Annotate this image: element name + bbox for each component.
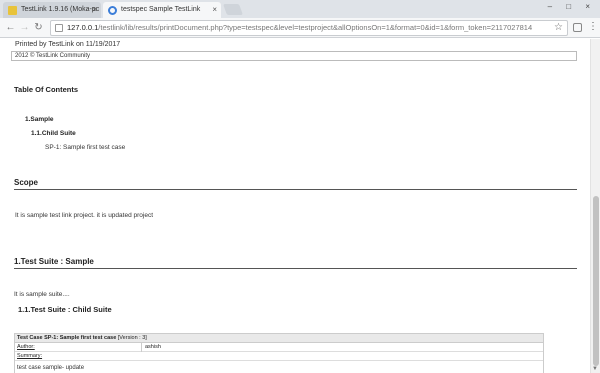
author-row: Author: ashish: [15, 343, 543, 352]
summary-row: Summary:: [15, 352, 543, 361]
browser-tab-testlink[interactable]: TestLink 1.9.16 (Moka-pc ×: [3, 2, 101, 18]
close-tab-icon[interactable]: ×: [92, 2, 97, 18]
tab-bar: TestLink 1.9.16 (Moka-pc × testspec Samp…: [0, 0, 600, 18]
browser-toolbar: ← → ↻ 127.0.0.1/testlink/lib/results/pri…: [0, 18, 600, 38]
test-case-version: [Version : 3]: [117, 335, 147, 341]
page-info-icon[interactable]: [55, 24, 63, 32]
extension-icon[interactable]: [573, 23, 582, 32]
page-content: Printed by TestLink on 11/19/2017 2012 ©…: [0, 39, 590, 373]
summary-label: Summary:: [17, 353, 43, 359]
test-case-table: Test Case SP-1: Sample first test case […: [14, 333, 544, 373]
suite-description: It is sample suite....: [14, 291, 70, 298]
scroll-down-arrow-icon[interactable]: ▼: [592, 366, 598, 372]
close-tab-icon[interactable]: ×: [212, 2, 217, 18]
forward-arrow-icon[interactable]: →: [18, 21, 31, 34]
browser-tab-testspec[interactable]: testspec Sample TestLink ×: [103, 2, 221, 18]
loading-favicon-icon: [108, 6, 117, 15]
scope-text: It is sample test link project. it is up…: [15, 212, 154, 219]
author-value: ashish: [141, 343, 161, 352]
testlink-favicon-icon: [8, 6, 17, 15]
address-bar[interactable]: 127.0.0.1/testlink/lib/results/printDocu…: [50, 20, 568, 36]
summary-text: test case sample- update: [17, 365, 85, 371]
test-case-title: Test Case SP-1: Sample first test case: [17, 335, 117, 341]
test-case-header: Test Case SP-1: Sample first test case […: [15, 334, 543, 343]
new-tab-button[interactable]: [222, 4, 244, 15]
url-path: /testlink/lib/results/printDocument.php?…: [98, 23, 533, 32]
back-arrow-icon[interactable]: ←: [4, 21, 17, 34]
menu-dots-icon[interactable]: ⋮: [588, 20, 598, 34]
toc-link-child-suite[interactable]: 1.1.Child Suite: [31, 130, 76, 137]
vertical-scrollbar[interactable]: ▼: [590, 39, 600, 373]
reload-icon[interactable]: ↻: [32, 21, 45, 34]
copyright-box: 2012 © TestLink Community: [11, 51, 577, 61]
printed-by-text: Printed by TestLink on 11/19/2017: [15, 41, 121, 48]
toc-title: Table Of Contents: [14, 85, 79, 94]
toc-link-sample[interactable]: 1.Sample: [25, 116, 54, 123]
child-suite-heading: 1.1.Test Suite : Child Suite: [18, 305, 112, 314]
suite-heading: 1.Test Suite : Sample: [14, 257, 577, 269]
bookmark-star-icon[interactable]: ☆: [554, 21, 563, 35]
author-label: Author:: [17, 344, 35, 350]
scrollbar-thumb[interactable]: [593, 196, 599, 366]
tab-title: TestLink 1.9.16 (Moka-pc: [21, 6, 100, 13]
window-controls[interactable]: – □ ×: [548, 2, 596, 11]
toc-link-test-case[interactable]: SP-1: Sample first test case: [45, 144, 125, 151]
tab-title: testspec Sample TestLink: [121, 6, 201, 13]
url-host: 127.0.0.1: [67, 23, 99, 32]
scope-heading: Scope: [14, 178, 577, 190]
